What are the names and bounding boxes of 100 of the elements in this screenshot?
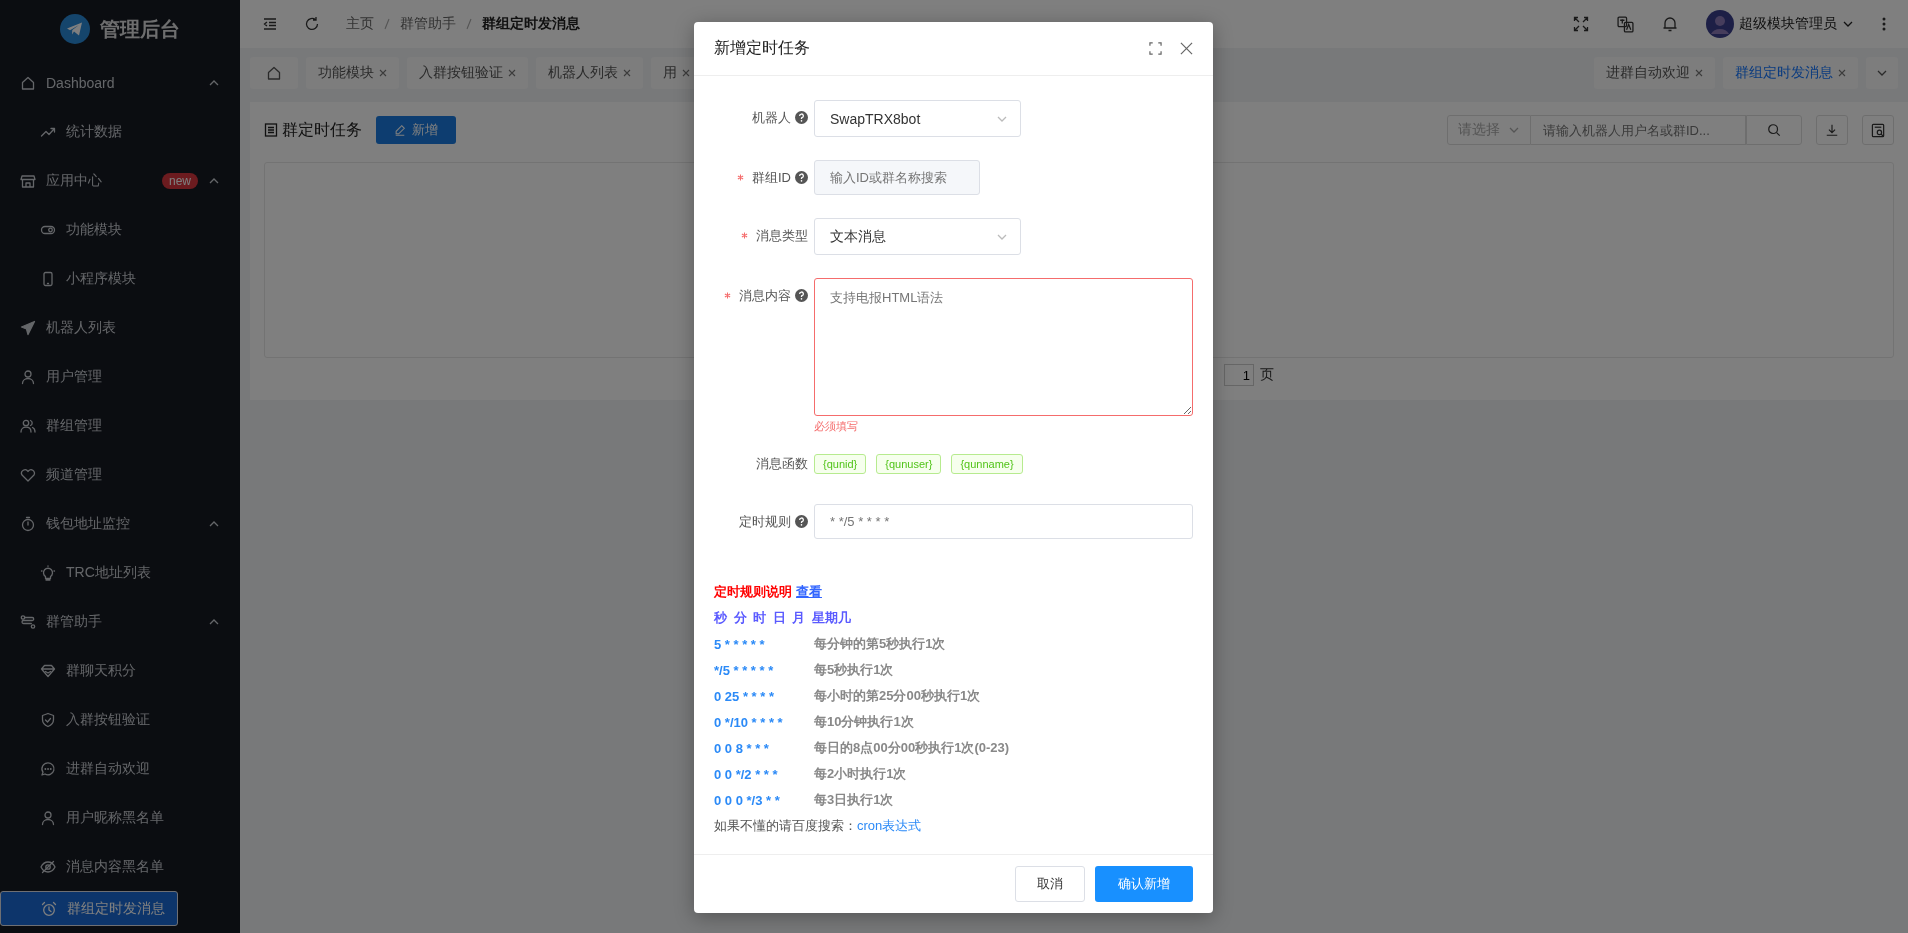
input-field[interactable]: * */5 * * * * [814,504,1193,539]
sidebar-item[interactable]: 功能模块 [0,205,240,254]
sidebar-item[interactable]: 群组定时发消息 [0,891,178,926]
tab[interactable]: 入群按钮验证 [407,57,528,89]
sidebar-item[interactable]: TRC地址列表 [0,548,240,597]
fullscreen-icon[interactable] [1573,16,1589,32]
sidebar-item[interactable]: 应用中心 new [0,156,240,205]
cron-expression: 5 * * * * * [714,636,766,652]
alarm-icon [41,900,57,917]
chat-icon [40,760,56,777]
help-icon[interactable] [795,111,808,124]
cron-expression: 0 0 */2 * * * [714,766,779,782]
close-icon[interactable] [682,69,690,77]
view-link[interactable]: 查看 [796,583,822,601]
user-menu[interactable]: 超级模块管理员 [1706,10,1854,38]
field-label: 消息函数 [756,454,808,473]
cron-expression: 0 */10 * * * * [714,714,784,730]
sidebar-item[interactable]: 小程序模块 [0,254,240,303]
help-icon[interactable] [795,515,808,528]
heart-icon [20,466,36,483]
cron-expression: 0 0 8 * * * [714,740,770,756]
sidebar-item[interactable]: 消息内容黑名单 [0,842,240,891]
translate-icon[interactable] [1617,15,1634,33]
close-icon[interactable] [379,69,387,77]
select-field[interactable]: 文本消息 [814,218,1021,255]
diamond-icon [40,662,56,679]
home-tab[interactable] [250,57,298,89]
search-field[interactable]: 请输入机器人用户名或群ID... [1531,115,1746,145]
sidebar-item[interactable]: 频道管理 [0,450,240,499]
list-icon [264,123,278,137]
close-icon[interactable] [508,69,516,77]
new-badge: new [162,172,198,189]
cron-expression: 0 0 0 */3 * * [714,792,781,808]
cron-expression: 0 25 * * * * [714,688,775,704]
sidebar-item[interactable]: 用户管理 [0,352,240,401]
textarea-field[interactable]: 支持电报HTML语法 [814,278,1193,416]
help-icon[interactable] [795,289,808,302]
refresh-icon[interactable] [304,16,320,32]
close-icon[interactable] [623,69,631,77]
shield-icon [40,711,56,728]
avatar [1706,10,1734,38]
more-icon[interactable] [1882,16,1886,32]
sidebar-item[interactable]: 统计数据 [0,107,240,156]
cron-link[interactable]: cron表达式 [857,817,922,835]
tab[interactable]: 功能模块 [306,57,399,89]
cron-description: 每3日执行1次 [814,791,894,809]
cron-description: 每分钟的第5秒执行1次 [814,635,946,653]
confirm-button[interactable]: 确认新增 [1095,866,1193,902]
page-input[interactable]: 1 [1224,364,1254,386]
home-icon [20,74,36,91]
search-panel-button[interactable] [1862,115,1894,145]
cron-description: 每5秒执行1次 [814,661,894,679]
sidebar-item[interactable]: 群组管理 [0,401,240,450]
stopwatch-icon [20,515,36,532]
field-label: 消息内容 [739,286,791,305]
user-icon [40,809,56,826]
select-field[interactable]: SwapTRX8bot [814,100,1021,137]
maximize-icon[interactable] [1149,42,1162,55]
pencil-icon [394,124,406,136]
cron-expression: */5 * * * * * [714,662,775,678]
home-icon [266,65,282,81]
search-icon [1767,123,1781,137]
close-icon[interactable] [1180,42,1193,55]
sidebar-item[interactable]: 钱包地址监控 [0,499,240,548]
cron-fields-legend: 秒 分 时 日 月 星期几 [714,609,852,627]
bulb-icon [40,564,56,581]
menu-fold-icon[interactable] [262,16,278,32]
sidebar-item[interactable]: 入群按钮验证 [0,695,240,744]
modal-title: 新增定时任务 [714,38,811,58]
download-button[interactable] [1816,115,1848,145]
variable-tag[interactable]: {qunname} [951,453,1023,474]
add-button[interactable]: 新增 [376,116,456,144]
close-icon[interactable] [1838,69,1846,77]
users-icon [20,417,36,434]
page-title: 群定时任务 [282,119,362,140]
store-icon [20,172,36,189]
tab[interactable]: 进群自动欢迎 [1594,57,1715,89]
sidebar-item[interactable]: Dashboard [0,58,240,107]
eye-icon [40,858,56,875]
tab[interactable]: 机器人列表 [536,57,643,89]
close-icon[interactable] [1695,69,1703,77]
field-label: 消息类型 [756,226,808,245]
download-icon [1825,123,1839,137]
variable-tag[interactable]: {qunid} [814,453,867,474]
cron-description: 每2小时执行1次 [814,765,907,783]
sidebar-item[interactable]: 群聊天积分 [0,646,240,695]
sidebar-item[interactable]: 用户昵称黑名单 [0,793,240,842]
breadcrumb-item[interactable]: 群管助手 [400,15,456,33]
rules-title: 定时规则说明 [714,583,792,601]
sidebar-item[interactable]: 群管助手 [0,597,240,646]
sidebar-item[interactable]: 进群自动欢迎 [0,744,240,793]
breadcrumb-item[interactable]: 主页 [346,15,374,33]
field-label: 机器人 [752,108,791,127]
flow-icon [20,613,36,630]
tab[interactable]: 群组定时发消息 [1723,57,1858,89]
variable-tag[interactable]: {qunuser} [876,453,942,474]
bell-icon[interactable] [1662,16,1678,32]
cancel-button[interactable]: 取消 [1015,866,1085,902]
search-button[interactable] [1746,115,1802,145]
sidebar-item[interactable]: 机器人列表 [0,303,240,352]
